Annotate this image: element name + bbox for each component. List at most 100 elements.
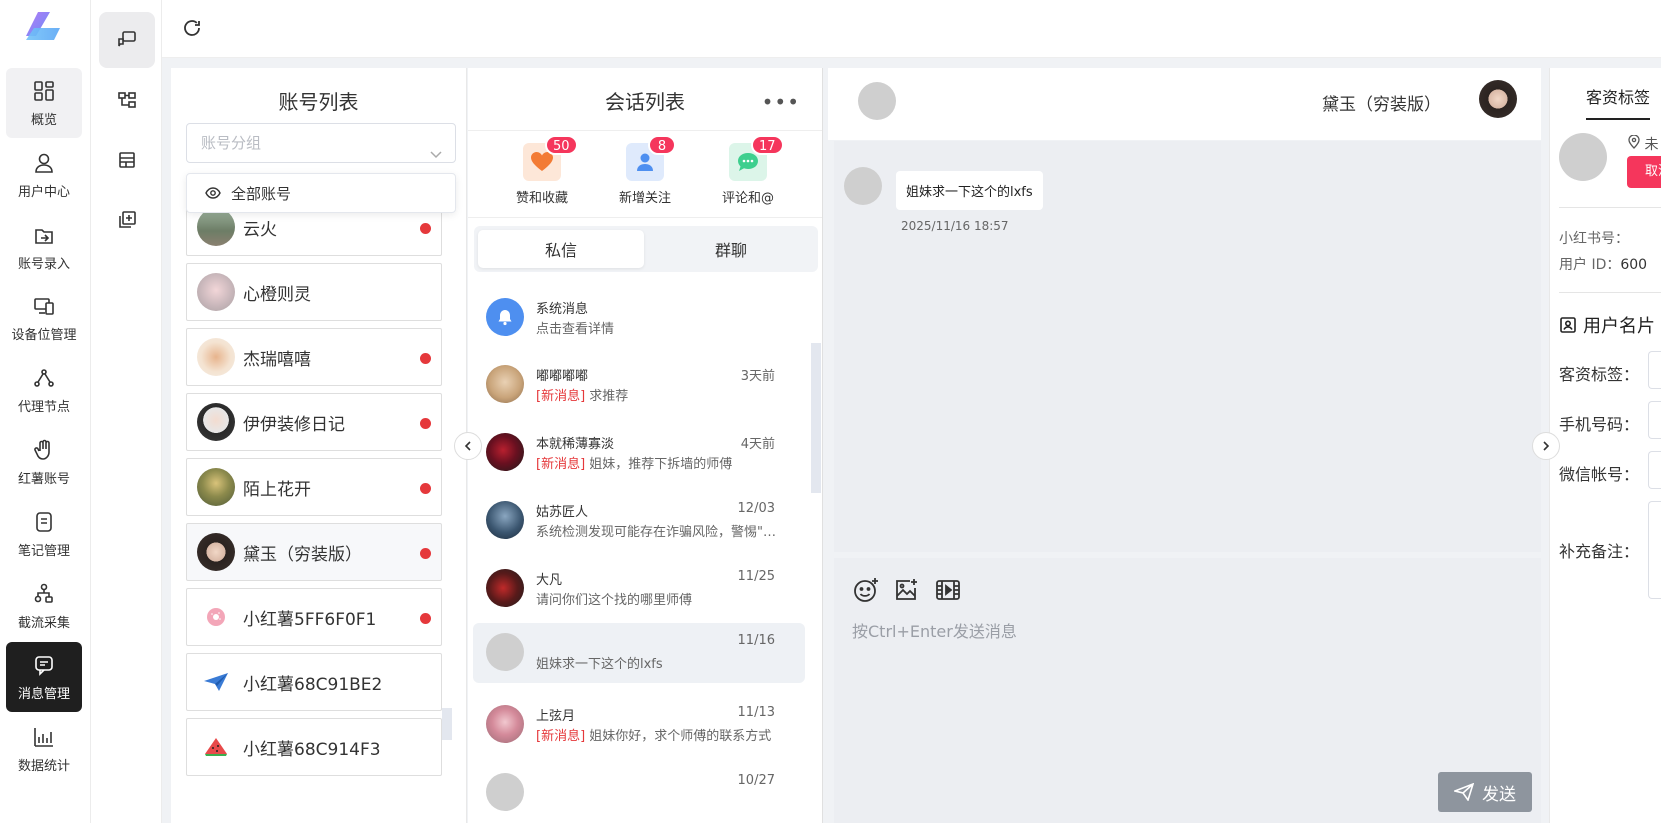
nav-item-user-center[interactable]: 用户中心 xyxy=(6,140,82,210)
new-message-tag: [新消息] xyxy=(536,389,586,404)
nav-item-stats[interactable]: 数据统计 xyxy=(6,714,82,784)
conversation-name: 姑苏匠人 xyxy=(536,505,589,520)
scrollbar-thumb[interactable] xyxy=(811,343,821,493)
conversation-item-selected[interactable]: 11/16 姐妹求一下这个的lxfs xyxy=(473,623,805,683)
customer-tags-input[interactable] xyxy=(1648,351,1661,389)
account-item-selected[interactable]: 黛玉（穷装版） xyxy=(186,523,442,581)
conversation-item[interactable]: 姑苏匠人 12/03 系统检测发现可能存在诈骗风险，警惕"兼... xyxy=(473,491,805,551)
conversation-preview: [新消息] 求推荐 xyxy=(536,385,786,404)
account-group-placeholder: 账号分组 xyxy=(201,134,262,152)
id-card-icon xyxy=(1560,317,1576,333)
conversation-preview: 姐妹求一下这个的lxfs xyxy=(536,657,663,672)
location-pin-icon xyxy=(1628,134,1640,149)
scrollbar-thumb[interactable] xyxy=(442,708,452,740)
collect-icon xyxy=(32,582,56,606)
account-group-select[interactable]: 账号分组 xyxy=(186,123,456,163)
refresh-button[interactable] xyxy=(180,16,204,40)
send-button[interactable]: 发送 xyxy=(1438,772,1532,812)
notif-followers[interactable]: 8 新增关注 xyxy=(595,135,695,206)
remark-textarea[interactable] xyxy=(1648,501,1661,599)
account-item[interactable]: 云火 xyxy=(186,208,442,256)
account-name: 云火 xyxy=(243,219,277,240)
account-item[interactable]: 小红薯5FF6F0F1 xyxy=(186,588,442,646)
avatar xyxy=(486,773,524,811)
cancel-button[interactable]: 取消 xyxy=(1627,156,1661,188)
account-item[interactable]: 心橙则灵 xyxy=(186,263,442,321)
nav-item-proxy[interactable]: 代理节点 xyxy=(6,355,82,425)
nav-item-device[interactable]: 设备位管理 xyxy=(6,283,82,353)
location-label: 未 xyxy=(1628,134,1658,154)
phone-input[interactable] xyxy=(1648,401,1661,439)
account-item[interactable]: 小红薯68C914F3 xyxy=(186,718,442,776)
note-icon xyxy=(32,510,56,534)
collapse-left-button[interactable] xyxy=(454,432,482,460)
tab-private[interactable]: 私信 xyxy=(478,230,644,268)
conversation-tabs: 私信 群聊 xyxy=(474,226,818,272)
emoji-button[interactable] xyxy=(852,576,880,604)
account-panel-title: 账号列表 xyxy=(278,90,359,114)
notif-likes[interactable]: 50 赞和收藏 xyxy=(492,135,592,206)
nav-item-notes[interactable]: 笔记管理 xyxy=(6,499,82,569)
chevron-right-icon xyxy=(1543,441,1550,451)
nav-item-xhs-account[interactable]: 红薯账号 xyxy=(6,427,82,497)
eye-icon xyxy=(205,187,221,199)
conversation-item[interactable]: 嘟嘟嘟嘟 3天前 [新消息] 求推荐 xyxy=(473,355,805,415)
video-button[interactable] xyxy=(934,576,962,604)
nav-label: 数据统计 xyxy=(17,758,70,774)
bell-icon xyxy=(486,298,524,336)
preview-text: 求推荐 xyxy=(585,389,629,404)
account-name: 陌上花开 xyxy=(243,479,311,500)
avatar xyxy=(1559,133,1607,181)
image-button[interactable] xyxy=(892,576,920,604)
tab-group[interactable]: 群聊 xyxy=(648,230,814,268)
conversation-item[interactable]: 上弦月 11/13 [新消息] 姐妹你好，求个师傅的联系方式 xyxy=(473,695,805,755)
nav-item-account-import[interactable]: 账号录入 xyxy=(6,212,82,282)
message-composer[interactable]: 按Ctrl+Enter发送消息 发送 xyxy=(834,558,1541,823)
message-input-placeholder: 按Ctrl+Enter发送消息 xyxy=(852,622,1017,641)
conversation-item[interactable]: 大凡 11/25 请问你们这个找的哪里师傅 xyxy=(473,559,805,619)
hand-icon xyxy=(32,438,56,462)
conversation-item-system[interactable]: 系统消息 点击查看详情 xyxy=(473,288,805,348)
list-icon xyxy=(119,152,135,168)
conversation-preview: 点击查看详情 xyxy=(536,322,615,337)
send-label: 发送 xyxy=(1482,784,1516,805)
dropdown-option-label: 全部账号 xyxy=(231,184,292,203)
conversation-name: 大凡 xyxy=(536,573,563,588)
conversation-name: 系统消息 xyxy=(536,302,589,317)
user-id-line: 用户 ID：600 xyxy=(1559,254,1647,274)
conversation-time: 10/27 xyxy=(737,773,775,788)
nav-item-overview[interactable]: 概览 xyxy=(6,68,82,138)
message-bubble: 姐妹求一下这个的lxfs xyxy=(896,171,1043,210)
wechat-input[interactable] xyxy=(1648,451,1661,489)
more-options-icon[interactable]: ••• xyxy=(762,90,800,114)
conversation-item[interactable]: 本就稀薄寡淡 4天前 [新消息] 姐妹，推荐下拆墙的师傅 xyxy=(473,423,805,483)
nav-item-messages[interactable]: 消息管理 xyxy=(6,642,82,712)
account-item[interactable]: 小红薯68C91BE2 xyxy=(186,653,442,711)
conversation-panel: 会话列表 ••• 50 赞和收藏 8 新增关注 17 评论和@ 私信 群聊 系统… xyxy=(468,68,823,823)
preview-text: 姐妹，推荐下拆墙的师傅 xyxy=(585,457,733,472)
nav-label: 账号录入 xyxy=(17,256,70,272)
conversation-name: 本就稀薄寡淡 xyxy=(536,437,615,452)
divider xyxy=(1559,207,1661,208)
location-value: 未 xyxy=(1644,137,1659,153)
chat-view-button[interactable] xyxy=(99,12,155,68)
notif-comments[interactable]: 17 评论和@ xyxy=(698,135,798,206)
account-group-option-all[interactable]: 全部账号 xyxy=(186,173,456,213)
org-view-button[interactable] xyxy=(99,72,155,128)
avatar xyxy=(486,633,524,671)
avatar xyxy=(197,403,235,441)
account-item[interactable]: 陌上花开 xyxy=(186,458,442,516)
list-view-button[interactable] xyxy=(99,132,155,188)
nav-item-collect[interactable]: 截流采集 xyxy=(6,571,82,641)
chat-header: 黛玉（穷装版） xyxy=(828,68,1541,140)
tab-customer-tags[interactable]: 客资标签 xyxy=(1586,84,1651,120)
copy-view-button[interactable] xyxy=(99,192,155,248)
account-name: 杰瑞嘻嘻 xyxy=(243,349,311,370)
collapse-right-button[interactable] xyxy=(1532,432,1560,460)
video-icon xyxy=(936,580,960,600)
conversation-preview: 请问你们这个找的哪里师傅 xyxy=(536,593,693,608)
account-item[interactable]: 伊伊装修日记 xyxy=(186,393,442,451)
nav-label: 红薯账号 xyxy=(17,471,70,487)
account-item[interactable]: 杰瑞嘻嘻 xyxy=(186,328,442,386)
conversation-item[interactable]: 10/27 xyxy=(473,763,805,823)
